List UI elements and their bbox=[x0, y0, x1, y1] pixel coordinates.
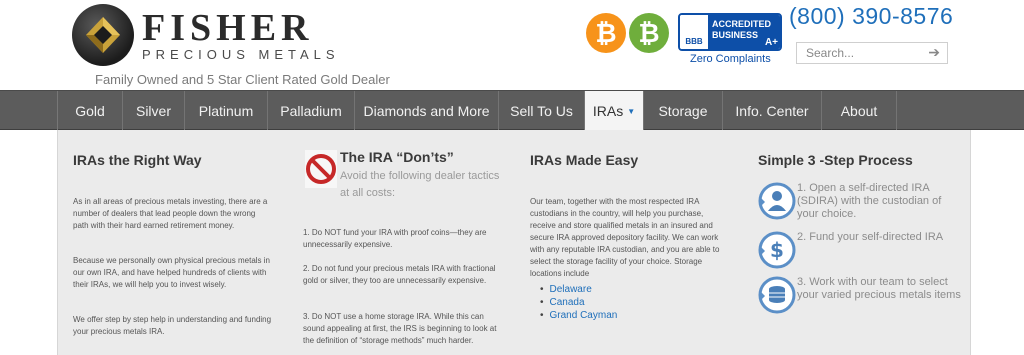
nav-item-label: Silver bbox=[135, 103, 171, 119]
paragraph: 1. Do NOT fund your IRA with proof coins… bbox=[303, 228, 487, 249]
nav-item-storage[interactable]: Storage bbox=[644, 91, 723, 131]
nav-item-label: Platinum bbox=[198, 103, 254, 119]
nav-item-diamonds-and-more[interactable]: Diamonds and More bbox=[355, 91, 499, 131]
bbb-accredited-badge[interactable]: BBB ACCREDITED BUSINESS A+ bbox=[678, 13, 782, 51]
paragraph: Our team, together with the most respect… bbox=[530, 197, 720, 278]
nav-item-platinum[interactable]: Platinum bbox=[185, 91, 268, 131]
nav-item-label: Diamonds and More bbox=[363, 103, 490, 119]
paragraph: 3. Do NOT use a home storage IRA. While … bbox=[303, 312, 497, 345]
bitcoin-icon[interactable]: ₿ bbox=[586, 13, 626, 53]
column-title: IRAs the Right Way bbox=[73, 152, 202, 168]
nav-item-silver[interactable]: Silver bbox=[123, 91, 185, 131]
column-title: IRAs Made Easy bbox=[530, 152, 639, 168]
phone-number[interactable]: (800) 390-8576 bbox=[789, 3, 953, 30]
paragraph: As in all areas of precious metals inves… bbox=[73, 197, 268, 230]
dollar-icon: $ bbox=[758, 231, 796, 269]
tagline: Family Owned and 5 Star Client Rated Gol… bbox=[95, 72, 390, 87]
bitcoin-icon[interactable]: ₿ bbox=[629, 13, 669, 53]
coin-stack-icon bbox=[758, 276, 796, 314]
step-text: 2. Fund your self-directed IRA bbox=[797, 231, 944, 243]
location-link-grand-cayman[interactable]: Grand Cayman bbox=[540, 309, 618, 322]
no-sign-icon bbox=[305, 150, 337, 188]
location-link-delaware[interactable]: Delaware bbox=[540, 283, 617, 296]
fisher-logo[interactable]: FISHER PRECIOUS METALS bbox=[72, 4, 340, 66]
search-box: ➔ bbox=[796, 42, 948, 64]
nav-item-palladium[interactable]: Palladium bbox=[268, 91, 355, 131]
chevron-down-icon: ▼ bbox=[627, 106, 636, 116]
person-icon bbox=[758, 182, 796, 220]
nav-item-about[interactable]: About bbox=[822, 91, 897, 131]
bbb-grade: A+ bbox=[764, 37, 778, 48]
svg-text:$: $ bbox=[770, 238, 784, 262]
column-title: The IRA “Don’ts” bbox=[340, 149, 454, 165]
paragraph: We offer step by step help in understand… bbox=[73, 315, 272, 336]
nav-item-label: Sell To Us bbox=[510, 103, 573, 119]
logo-subtitle: PRECIOUS METALS bbox=[142, 47, 340, 62]
step-text: 3. Work with our team to select your var… bbox=[797, 276, 961, 301]
nav-item-label: Storage bbox=[658, 103, 708, 119]
iras-mega-menu: IRAs the Right Way As in all areas of pr… bbox=[57, 130, 971, 355]
nav-item-sell-to-us[interactable]: Sell To Us bbox=[499, 91, 585, 131]
zero-complaints-label: Zero Complaints bbox=[690, 53, 771, 65]
nav-item-label: About bbox=[840, 103, 878, 119]
location-link-canada[interactable]: Canada bbox=[540, 296, 617, 309]
column-lead: Avoid the following dealer tactics at al… bbox=[340, 170, 500, 199]
logo-mark-icon bbox=[72, 4, 134, 66]
logo-name: FISHER bbox=[142, 7, 314, 49]
bbb-mark: BBB bbox=[680, 15, 708, 49]
search-input[interactable] bbox=[797, 43, 917, 63]
bbb-accredited-label: ACCREDITED bbox=[712, 19, 772, 29]
storage-locations-list: Delaware Canada Grand Cayman bbox=[540, 283, 618, 322]
column-title: Simple 3 -Step Process bbox=[758, 152, 913, 168]
arrow-right-icon[interactable]: ➔ bbox=[928, 44, 940, 61]
nav-item-label: Gold bbox=[75, 103, 105, 119]
nav-item-info-center[interactable]: Info. Center bbox=[723, 91, 822, 131]
paragraph: 2. Do not fund your precious metals IRA … bbox=[303, 264, 496, 285]
main-nav: Gold Silver Platinum Palladium Diamonds … bbox=[0, 90, 1024, 131]
step-text: 1. Open a self-directed IRA (SDIRA) with… bbox=[797, 182, 942, 220]
nav-item-label: Palladium bbox=[280, 103, 342, 119]
nav-item-gold[interactable]: Gold bbox=[58, 91, 123, 131]
nav-item-label: Info. Center bbox=[735, 103, 809, 119]
paragraph: Because we personally own physical preci… bbox=[73, 256, 270, 289]
nav-item-iras[interactable]: IRAs ▼ bbox=[585, 91, 644, 131]
nav-item-label: IRAs bbox=[592, 103, 624, 119]
